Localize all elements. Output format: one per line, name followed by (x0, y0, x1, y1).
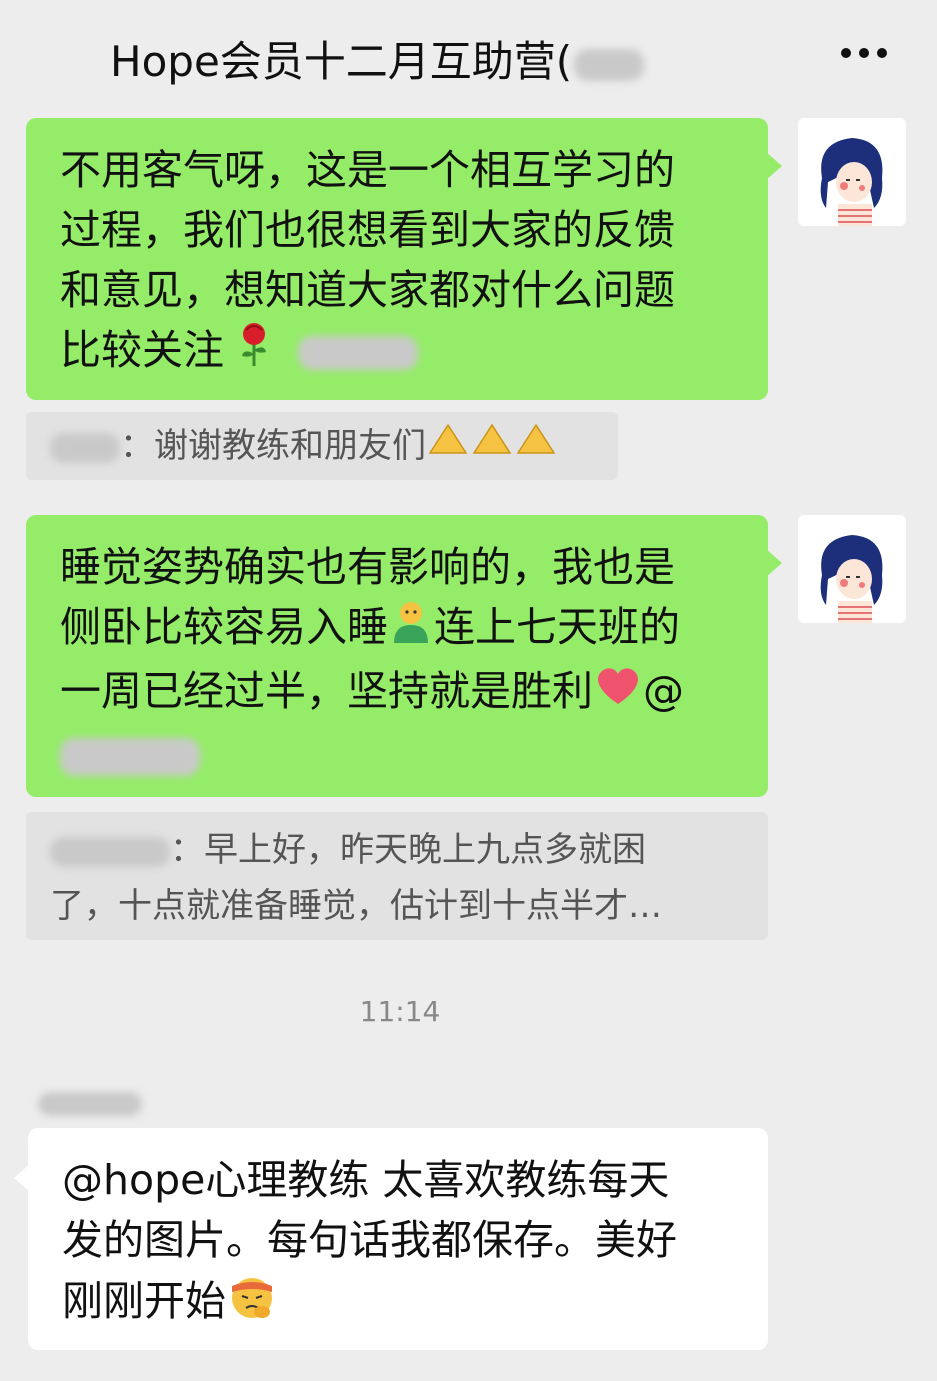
blurred-mention (298, 336, 419, 370)
message-line-text: 连上七天班的 (434, 603, 680, 651)
blurred-mention (60, 738, 200, 776)
blurred-name (50, 836, 170, 867)
message-line: @hope心理教练 太喜欢教练每天 (62, 1156, 670, 1204)
rose-icon (237, 322, 271, 384)
quoted-text: ：谢谢教练和朋友们 (120, 426, 426, 466)
girl-avatar-icon (798, 515, 906, 623)
heart-icon (593, 664, 643, 724)
determined-face-icon (226, 1270, 278, 1338)
person-emoji-icon (388, 599, 434, 661)
quoted-line: 了，十点就准备睡觉，估计到十点半才… (50, 886, 662, 926)
avatar[interactable] (798, 118, 906, 226)
blurred-member-count (574, 48, 645, 81)
message-line-text: 侧卧比较容易入睡 (60, 603, 388, 651)
message-line-text: 一周已经过半，坚持就是胜利 (60, 667, 593, 715)
message-line: 刚刚开始 (62, 1270, 738, 1338)
message-line: 发的图片。每句话我都保存。美好 (62, 1216, 677, 1264)
timestamp: 11:14 (359, 995, 441, 1028)
received-message-bubble[interactable]: @hope心理教练 太喜欢教练每天 发的图片。每句话我都保存。美好 刚刚开始 (14, 1128, 768, 1350)
message-line: 侧卧比较容易入睡 连上七天班的 (60, 597, 738, 661)
quoted-reply[interactable]: ：早上好，昨天晚上九点多就困 了，十点就准备睡觉，估计到十点半才… (26, 812, 768, 940)
chat-header: Hope会员十二月互助营( (0, 0, 937, 110)
message-line-text: 比较关注 (60, 326, 224, 374)
blurred-name (50, 432, 120, 463)
message-line: 睡觉姿势确实也有影响的，我也是 (60, 543, 675, 591)
more-dots-icon[interactable] (841, 48, 887, 62)
mention-at: @ (643, 667, 684, 715)
quoted-line: ：早上好，昨天晚上九点多就困 (50, 822, 744, 878)
message-line: 不用客气呀，这是一个相互学习的 (60, 146, 675, 194)
chat-title: Hope会员十二月互助营( (110, 28, 645, 89)
chat-title-text: Hope会员十二月互助营( (110, 37, 573, 86)
message-line (60, 724, 738, 784)
quoted-text: ：早上好，昨天晚上九点多就困 (170, 830, 646, 870)
blurred-sender-name (38, 1092, 142, 1116)
praying-hands-icon (426, 419, 558, 476)
message-line: 过程，我们也很想看到大家的反馈 (60, 206, 675, 254)
girl-avatar-icon (798, 118, 906, 226)
message-line: 和意见，想知道大家都对什么问题 (60, 266, 675, 314)
avatar[interactable] (798, 515, 906, 623)
sent-message-bubble[interactable]: 睡觉姿势确实也有影响的，我也是 侧卧比较容易入睡 连上七天班的 一周已经过半，坚… (26, 515, 782, 797)
message-line: 比较关注 (60, 320, 738, 384)
quoted-reply[interactable]: ：谢谢教练和朋友们 (26, 412, 618, 480)
message-line: 一周已经过半，坚持就是胜利 @ (60, 661, 738, 724)
message-line-text: 刚刚开始 (62, 1277, 226, 1325)
sent-message-bubble[interactable]: 不用客气呀，这是一个相互学习的 过程，我们也很想看到大家的反馈 和意见，想知道大… (26, 118, 782, 400)
